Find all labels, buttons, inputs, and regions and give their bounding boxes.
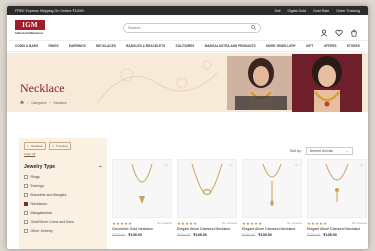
star-icons: ★★★★★ (112, 221, 133, 226)
top-links: Sell Digital Gold Gold Rate Order Tracki… (274, 9, 360, 13)
search-bar[interactable] (123, 23, 261, 33)
collapse-icon[interactable]: − (99, 164, 102, 170)
rating: ★★★★★ No reviews (177, 221, 237, 226)
product-grid: ♡ ★★★★★ No reviews Geometric Gold Necklac… (112, 159, 367, 237)
product-price: ₹150.00 ₹135.00 (242, 232, 272, 237)
filter-option[interactable]: Other Jewelry (24, 229, 102, 233)
checkbox[interactable] (24, 229, 28, 233)
site-logo[interactable]: IGM India Gold Metaverse (15, 20, 45, 35)
wishlist-icon[interactable]: ♡ (229, 163, 233, 168)
logo-tagline: India Gold Metaverse (15, 31, 44, 35)
nav-item-gift[interactable]: GIFT (306, 44, 313, 48)
product-image[interactable]: ♡ (242, 159, 302, 218)
filter-option[interactable]: Earrings (24, 184, 102, 188)
star-icons: ★★★★★ (177, 221, 198, 226)
cart-icon[interactable] (350, 24, 358, 37)
product-image[interactable]: ♡ (307, 159, 367, 218)
filter-option[interactable]: Mangalsutras (24, 211, 102, 215)
product-image[interactable]: ♡ (177, 159, 237, 218)
user-icon[interactable] (320, 24, 328, 37)
model-photo-right (292, 54, 362, 112)
product-price: ₹150.00 ₹135.00 (307, 232, 337, 237)
filter-option[interactable]: Bracelets and Bangles (24, 193, 102, 197)
nav-item-rings[interactable]: RINGS (48, 44, 58, 48)
product-price: ₹150.00 ₹135.00 (112, 232, 142, 237)
site-header: IGM India Gold Metaverse (7, 15, 368, 41)
search-icon[interactable] (251, 25, 256, 31)
nav-item-necklaces[interactable]: NECKLACES (96, 44, 116, 48)
nav-item-earrings[interactable]: EARRINGS (69, 44, 86, 48)
sort-label: Sort by: (290, 149, 302, 153)
checkbox[interactable] (24, 211, 28, 215)
nav-item-mangalsutra[interactable]: MANGALSUTRA AND PENDANTS (205, 44, 256, 48)
product-image[interactable]: ♡ (112, 159, 172, 218)
top-link-gold-rate[interactable]: Gold Rate (313, 9, 329, 13)
top-link-order-tracking[interactable]: Order Tracking (336, 9, 360, 13)
product-name[interactable]: Elegant Allure Diamond Necklace (307, 227, 367, 231)
wishlist-icon[interactable]: ♡ (294, 163, 298, 168)
model-photo-left (227, 56, 295, 110)
filter-chip-trending[interactable]: × Trending (49, 142, 71, 150)
close-icon[interactable]: × (27, 144, 29, 148)
filter-sidebar: × Necklace × Trending Clear All Jewelry … (19, 138, 107, 249)
filter-option[interactable]: Rings (24, 175, 102, 179)
checkbox[interactable] (24, 220, 28, 224)
top-link-sell[interactable]: Sell (274, 9, 280, 13)
product-name[interactable]: Elegant Allure Diamond Necklace (177, 227, 237, 231)
sort-control: Sort by: Newest Arrivals ⌄ (290, 147, 353, 155)
rating: ★★★★★ No reviews (242, 221, 302, 226)
filter-option[interactable]: Necklaces (24, 202, 102, 206)
clear-all-link[interactable]: Clear All (24, 152, 102, 156)
browser-window: FREE Express Shipping On Orders ₹1000+ S… (7, 6, 368, 249)
product-card[interactable]: ♡ ★★★★★ No reviews Geometric Gold Necklac… (112, 159, 172, 237)
nav-item-offers[interactable]: OFFERS (324, 44, 337, 48)
checkbox[interactable] (24, 193, 28, 197)
sort-select[interactable]: Newest Arrivals ⌄ (305, 147, 353, 155)
breadcrumb: › Categories › Necklace (20, 100, 67, 105)
wishlist-icon[interactable] (335, 24, 343, 37)
wishlist-icon[interactable]: ♡ (164, 163, 168, 168)
filter-chip-necklace[interactable]: × Necklace (24, 142, 47, 150)
nav-item-bangles-bracelets[interactable]: BANGLES & BRACELETS (126, 44, 165, 48)
rating: ★★★★★ No reviews (307, 221, 367, 226)
product-card[interactable]: ♡ ★★★★★ No reviews Elegant Allure Diamond… (242, 159, 302, 237)
filter-group-title[interactable]: Jewelry Type − (24, 164, 102, 170)
top-link-digital-gold[interactable]: Digital Gold (287, 9, 306, 13)
product-price: ₹150.00 ₹135.00 (177, 232, 207, 237)
active-filters: × Necklace × Trending (24, 142, 102, 150)
nav-item-stores[interactable]: STORES (347, 44, 360, 48)
main-nav: COINS & BARS RINGS EARRINGS NECKLACES BA… (7, 41, 368, 52)
product-card[interactable]: ♡ ★★★★★ No reviews Elegant Allure Diamond… (177, 159, 237, 237)
nav-item-solitaires[interactable]: SOLITAIRES (176, 44, 195, 48)
hero-banner: Necklace › Categories › Necklace (7, 53, 368, 112)
chevron-down-icon: ⌄ (345, 149, 349, 153)
page-title: Necklace (20, 81, 65, 95)
star-icons: ★★★★★ (242, 221, 263, 226)
close-icon[interactable]: × (52, 144, 54, 148)
checkbox[interactable] (24, 184, 28, 188)
product-card[interactable]: ♡ ★★★★★ No reviews Elegant Allure Diamond… (307, 159, 367, 237)
checkbox-checked[interactable] (24, 202, 28, 206)
product-name[interactable]: Geometric Gold Necklace (112, 227, 172, 231)
star-icons: ★★★★★ (307, 221, 328, 226)
product-name[interactable]: Elegant Allure Diamond Necklace (242, 227, 302, 231)
home-icon[interactable] (20, 100, 24, 105)
nav-item-more-jewellery[interactable]: MORE JEWELLERY (266, 44, 296, 48)
search-input[interactable] (128, 26, 251, 30)
logo-mark: IGM (15, 20, 45, 30)
top-bar: FREE Express Shipping On Orders ₹1000+ S… (7, 6, 368, 15)
breadcrumb-current: Necklace (53, 100, 67, 105)
nav-item-coins-bars[interactable]: COINS & BARS (15, 44, 38, 48)
checkbox[interactable] (24, 175, 28, 179)
breadcrumb-categories[interactable]: Categories (31, 101, 46, 105)
header-icons (320, 24, 358, 37)
floral-decoration (96, 60, 218, 104)
product-listing: × Necklace × Trending Clear All Jewelry … (7, 112, 368, 249)
filter-option[interactable]: Gold/Silver Coins and Bars (24, 220, 102, 224)
rating: ★★★★★ No reviews (112, 221, 172, 226)
wishlist-icon[interactable]: ♡ (359, 163, 363, 168)
promo-text: FREE Express Shipping On Orders ₹1000+ (15, 8, 85, 13)
